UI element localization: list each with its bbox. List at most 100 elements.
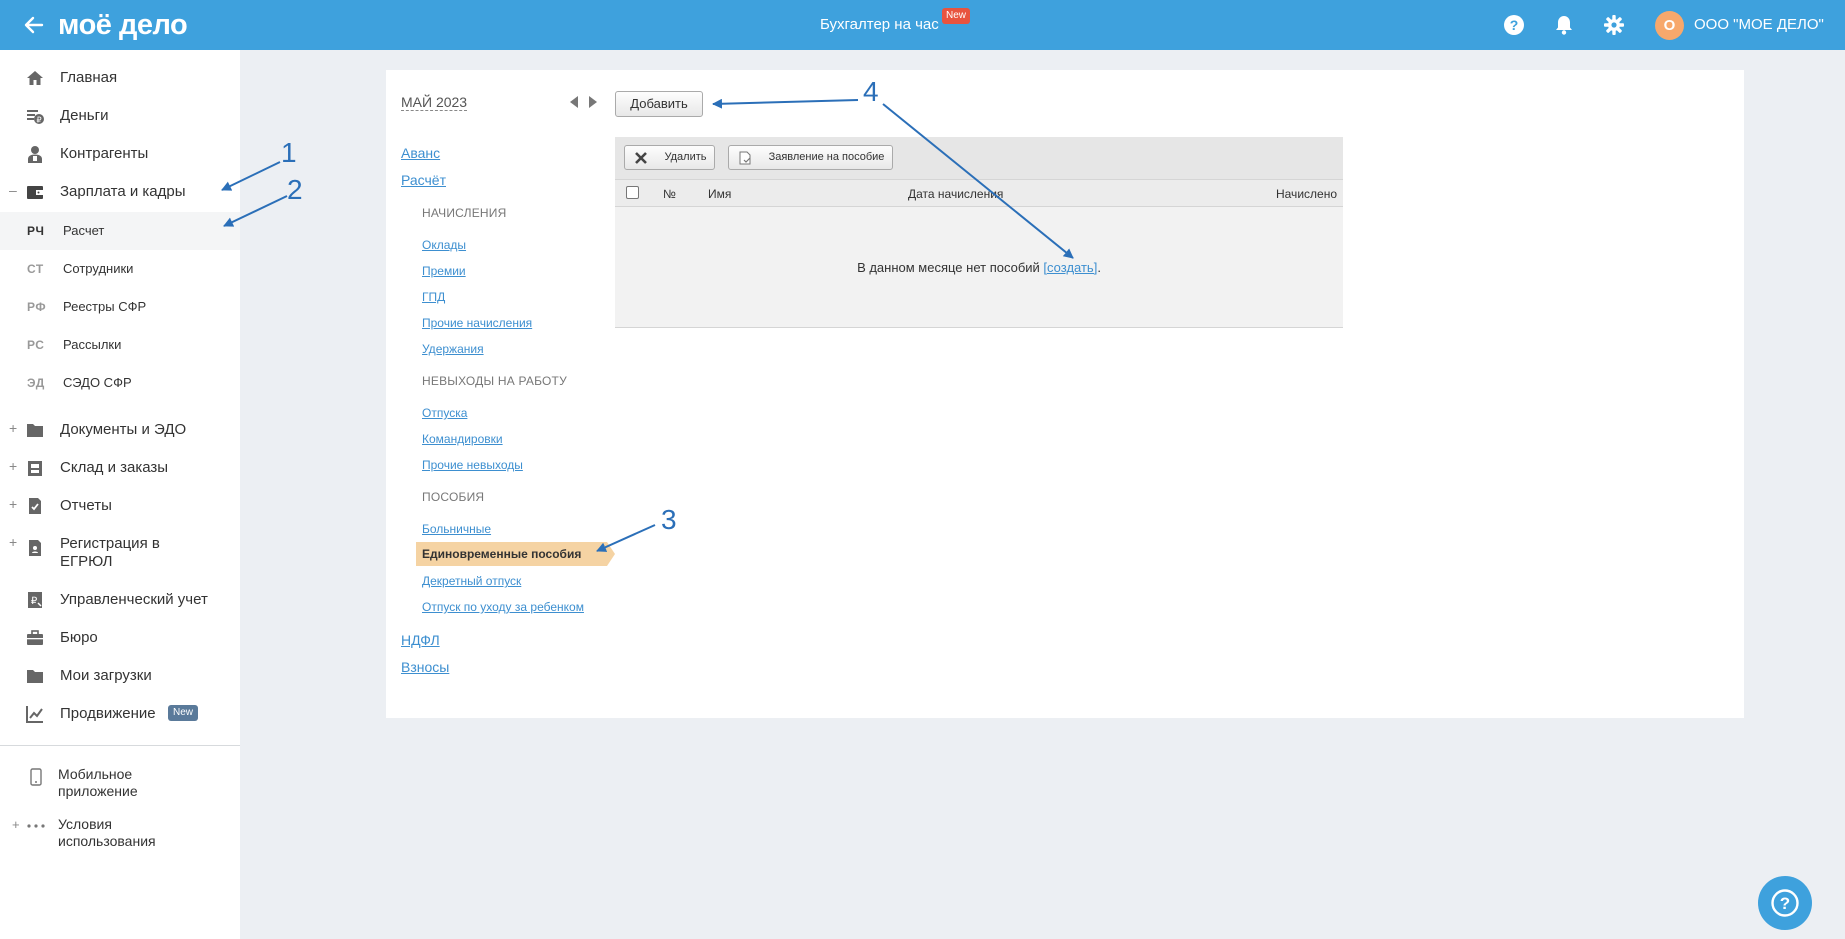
- section-absences: НЕВЫХОДЫ НА РАБОТУ: [422, 374, 567, 388]
- avatar[interactable]: О: [1655, 11, 1684, 40]
- sub-label: СЭДО СФР: [63, 375, 132, 390]
- sidebar-item-mobile[interactable]: Мобильное приложение: [0, 766, 240, 802]
- sidebar-item-documents[interactable]: + Документы и ЭДО: [0, 412, 240, 448]
- table-body: В данном месяце нет пособий [создать].: [615, 207, 1343, 328]
- report-icon: [29, 498, 41, 514]
- section-accruals: НАЧИСЛЕНИЯ: [422, 206, 507, 220]
- sidebar-item-downloads[interactable]: Мои загрузки: [0, 658, 240, 694]
- nav-raschet[interactable]: Расчёт: [401, 172, 446, 188]
- sidebar-divider: [0, 745, 240, 746]
- more-icon: [27, 824, 45, 828]
- expand-toggle[interactable]: +: [9, 420, 17, 436]
- sidebar-item-home[interactable]: Главная: [0, 60, 240, 96]
- nav-childcare-leave[interactable]: Отпуск по уходу за ребенком: [422, 600, 584, 614]
- table-header: № Имя Дата начисления Начислено: [615, 179, 1343, 207]
- document-icon: [739, 151, 751, 165]
- bell-icon[interactable]: [1553, 14, 1575, 36]
- sidebar-subitem-mailings[interactable]: РС Рассылки: [0, 326, 240, 364]
- expand-toggle[interactable]: +: [9, 458, 17, 474]
- sidebar-subitem-raschet[interactable]: РЧ Расчет: [0, 212, 240, 250]
- nav-salaries[interactable]: Оклады: [422, 238, 466, 252]
- chart-icon: [26, 706, 43, 723]
- nav-vacations[interactable]: Отпуска: [422, 406, 467, 420]
- sidebar-item-salary[interactable]: – Зарплата и кадры: [0, 174, 240, 210]
- sidebar-item-label: Управленческий учет: [60, 591, 208, 608]
- month-selector[interactable]: МАЙ 2023: [401, 94, 468, 111]
- sub-abbr: СТ: [27, 262, 44, 276]
- folder-icon: [27, 424, 43, 437]
- application-label: Заявление на пособие: [768, 151, 885, 163]
- company-name[interactable]: ООО "МОЕ ДЕЛО": [1694, 16, 1824, 34]
- benefit-application-button[interactable]: Заявление на пособие: [728, 145, 893, 170]
- sidebar-item-label: Склад и заказы: [60, 459, 169, 476]
- column-accrued[interactable]: Начислено: [1276, 187, 1337, 201]
- delete-button[interactable]: Удалить: [624, 145, 715, 170]
- nav-deductions[interactable]: Удержания: [422, 342, 484, 356]
- gear-icon[interactable]: [1603, 14, 1625, 36]
- contractors-icon: [28, 146, 42, 163]
- registration-icon: [29, 540, 41, 556]
- nav-contributions[interactable]: Взносы: [401, 659, 449, 675]
- sidebar-subitem-employees[interactable]: СТ Сотрудники: [0, 250, 240, 288]
- mobile-icon: [30, 768, 42, 786]
- accountant-on-hour-link[interactable]: Бухгалтер на час: [820, 16, 939, 34]
- nav-bonuses[interactable]: Премии: [422, 264, 466, 278]
- nav-other-absences[interactable]: Прочие невыходы: [422, 458, 523, 472]
- table-toolbar: Удалить Заявление на пособие: [615, 137, 1343, 179]
- column-number[interactable]: №: [663, 187, 676, 201]
- section-benefits: ПОСОБИЯ: [422, 490, 485, 504]
- selected-label: Единовременные пособия: [422, 547, 582, 561]
- sidebar-subitem-sedo[interactable]: ЭД СЭДО СФР: [0, 364, 240, 402]
- expand-toggle[interactable]: +: [12, 817, 20, 832]
- nav-business-trips[interactable]: Командировки: [422, 432, 503, 446]
- empty-message: В данном месяце нет пособий [создать].: [615, 260, 1343, 275]
- nav-other-accruals[interactable]: Прочие начисления: [422, 316, 532, 330]
- svg-text:?: ?: [1780, 894, 1790, 913]
- sidebar-item-warehouse[interactable]: + Склад и заказы: [0, 450, 240, 486]
- close-icon: [635, 152, 647, 164]
- nav-avans[interactable]: Аванс: [401, 145, 440, 161]
- annotation-label-2: 2: [287, 174, 303, 205]
- sidebar-item-label: Главная: [60, 69, 118, 86]
- top-bar: моё дело Бухгалтер на час New ? О ООО "М…: [0, 0, 1845, 50]
- sidebar-item-contractors[interactable]: Контрагенты: [0, 136, 240, 172]
- create-link[interactable]: [создать]: [1043, 260, 1097, 275]
- help-fab-button[interactable]: ?: [1758, 876, 1812, 930]
- sidebar-item-registration[interactable]: + Регистрация в ЕГРЮЛ: [0, 526, 240, 574]
- sidebar-item-terms[interactable]: + Условия использования: [0, 816, 240, 852]
- sub-abbr: РЧ: [27, 224, 45, 238]
- select-all-checkbox[interactable]: [626, 186, 639, 199]
- sidebar-item-management[interactable]: ₽ Управленческий учет: [0, 582, 240, 618]
- management-icon: ₽: [28, 592, 42, 608]
- sidebar-item-label: Мои загрузки: [60, 667, 152, 684]
- column-name[interactable]: Имя: [708, 187, 731, 201]
- sidebar-item-money[interactable]: ₽ Деньги: [0, 98, 240, 134]
- sub-label: Рассылки: [63, 337, 122, 352]
- sidebar-subitem-registries[interactable]: РФ Реестры СФР: [0, 288, 240, 326]
- collapse-toggle[interactable]: –: [9, 182, 17, 198]
- expand-toggle[interactable]: +: [9, 534, 17, 550]
- briefcase-icon: [27, 630, 43, 645]
- column-accrual-date[interactable]: Дата начисления: [908, 187, 1003, 201]
- nav-maternity-leave[interactable]: Декретный отпуск: [422, 574, 521, 588]
- prev-month-button[interactable]: [570, 96, 578, 108]
- nav-sick-leave[interactable]: Больничные: [422, 522, 491, 536]
- sidebar-item-reports[interactable]: + Отчеты: [0, 488, 240, 524]
- app-logo[interactable]: моё дело: [58, 7, 188, 43]
- sidebar-item-promotion[interactable]: Продвижение New: [0, 696, 240, 732]
- sidebar-item-label: Документы и ЭДО: [60, 421, 187, 438]
- nav-ndfl[interactable]: НДФЛ: [401, 632, 440, 648]
- sidebar-item-bureau[interactable]: Бюро: [0, 620, 240, 656]
- wallet-icon: [27, 186, 43, 199]
- back-arrow-icon[interactable]: [22, 13, 46, 37]
- nav-one-time-benefits[interactable]: Единовременные пособия: [416, 542, 615, 566]
- next-month-button[interactable]: [589, 96, 597, 108]
- question-icon: ?: [1771, 889, 1799, 917]
- nav-gpd[interactable]: ГПД: [422, 290, 445, 304]
- add-button[interactable]: Добавить: [615, 91, 703, 117]
- question-icon[interactable]: ?: [1503, 14, 1525, 36]
- empty-end: .: [1097, 260, 1101, 275]
- annotation-label-4: 4: [863, 76, 879, 107]
- expand-toggle[interactable]: +: [9, 496, 17, 512]
- sub-abbr: РФ: [27, 300, 47, 314]
